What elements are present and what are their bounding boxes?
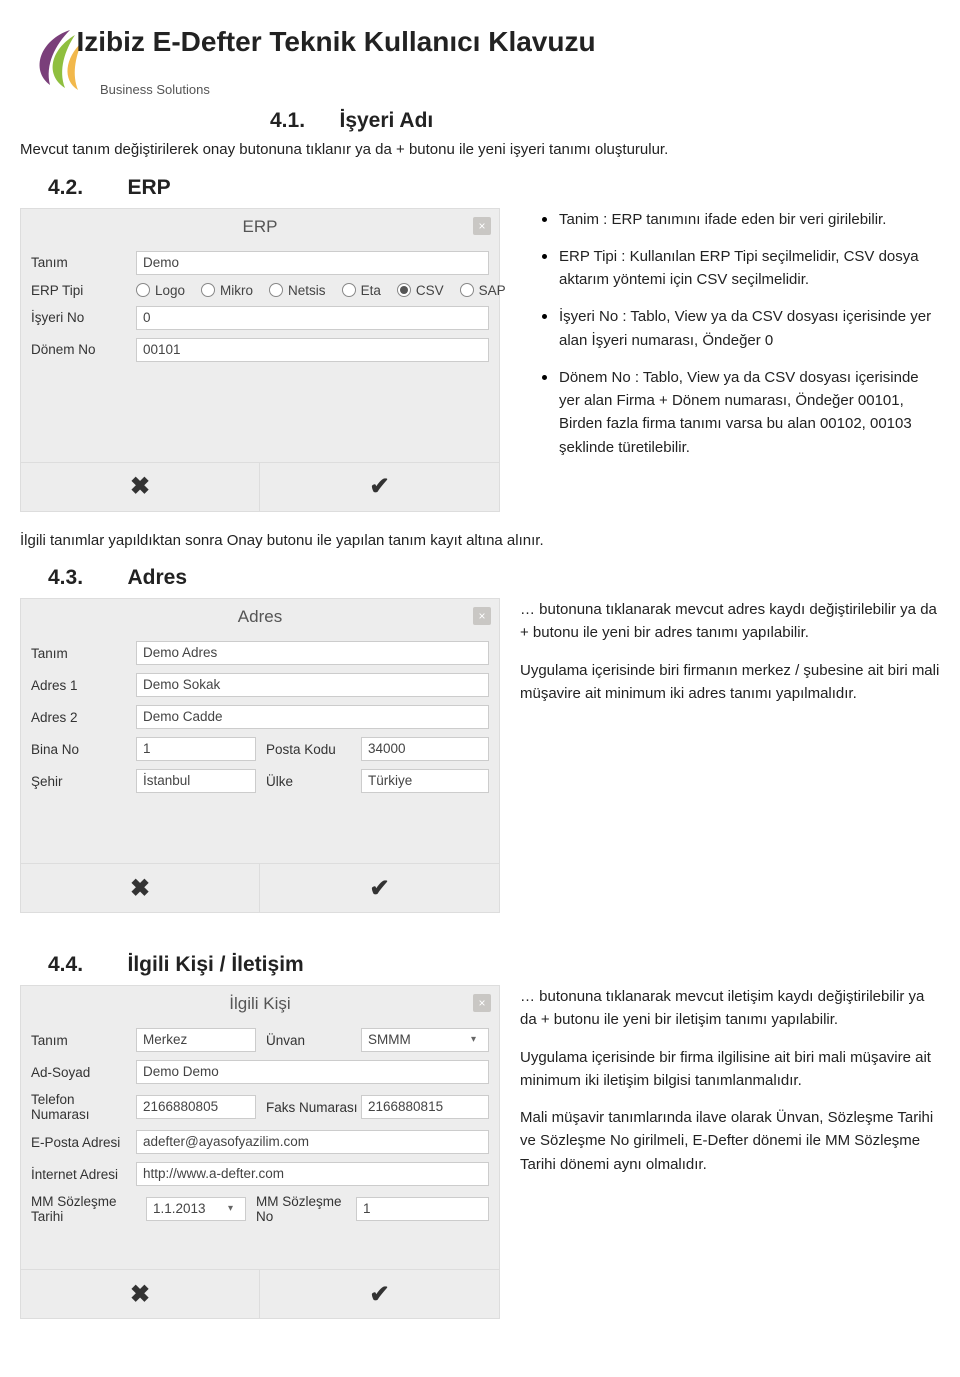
faks-label: Faks Numarası — [256, 1100, 361, 1115]
adres1-input[interactable]: Demo Sokak — [136, 673, 489, 697]
erp-note-tanim: Tanim : ERP tanımını ifade eden bir veri… — [559, 208, 886, 231]
adres2-label: Adres 2 — [31, 710, 136, 725]
eposta-input[interactable]: adefter@ayasofyazilim.com — [136, 1130, 489, 1154]
ulke-label: Ülke — [256, 774, 361, 789]
iletisim-dialog: İlgili Kişi × Tanım Merkez Ünvan SMMM ▾ … — [20, 985, 500, 1319]
cancel-button[interactable]: ✖ — [21, 1270, 260, 1318]
confirm-button[interactable]: ✔ — [260, 463, 499, 511]
erp-note-donem: Dönem No : Tablo, View ya da CSV dosyası… — [559, 366, 940, 459]
adres1-label: Adres 1 — [31, 678, 136, 693]
section-4-4-heading: 4.4. İlgili Kişi / İletişim — [20, 953, 940, 977]
cancel-button[interactable]: ✖ — [21, 463, 260, 511]
close-icon[interactable]: × — [473, 607, 491, 625]
section-number: 4.4. — [48, 953, 83, 977]
section-4-3-heading: 4.3. Adres — [20, 566, 940, 590]
internet-input[interactable]: http://www.a-defter.com — [136, 1162, 489, 1186]
internet-label: İnternet Adresi — [31, 1167, 136, 1182]
section-4-1-text: Mevcut tanım değiştirilerek onay butonun… — [20, 139, 940, 162]
sehir-label: Şehir — [31, 774, 136, 789]
posta-kodu-label: Posta Kodu — [256, 742, 361, 757]
mm-tarih-datepicker[interactable]: 1.1.2013 ▾ — [146, 1197, 246, 1221]
unvan-label: Ünvan — [256, 1033, 361, 1048]
erp-dialog: ERP × Tanım Demo ERP Tipi Logo Mikro Net… — [20, 208, 500, 512]
section-number: 4.1. — [270, 109, 305, 133]
adres-dialog: Adres × Tanım Demo Adres Adres 1 Demo So… — [20, 598, 500, 913]
mm-no-input[interactable]: 1 — [356, 1197, 489, 1221]
erp-dialog-title: ERP — [21, 209, 499, 243]
tel-input[interactable]: 2166880805 — [136, 1095, 256, 1119]
erp-tipi-label: ERP Tipi — [31, 283, 136, 298]
erp-type-mikro[interactable]: Mikro — [201, 283, 253, 298]
adres-tanim-input[interactable]: Demo Adres — [136, 641, 489, 665]
document-header: Izibiz E-Defter Teknik Kullanıcı Klavuzu… — [20, 20, 940, 97]
section-title: İşyeri Adı — [339, 109, 433, 133]
binano-label: Bina No — [31, 742, 136, 757]
tanim-label: Tanım — [31, 255, 136, 270]
erp-type-csv[interactable]: CSV — [397, 283, 444, 298]
close-icon[interactable]: × — [473, 994, 491, 1012]
adres-note-1: … butonuna tıklanarak mevcut adres kaydı… — [520, 598, 940, 645]
adres2-input[interactable]: Demo Cadde — [136, 705, 489, 729]
tel-label: Telefon Numarası — [31, 1092, 136, 1122]
erp-side-notes: Tanim : ERP tanımını ifade eden bir veri… — [520, 208, 940, 473]
chevron-down-icon: ▾ — [465, 1029, 482, 1051]
erp-tipi-radio-group: Logo Mikro Netsis Eta CSV SAP — [136, 283, 506, 298]
faks-input[interactable]: 2166880815 — [361, 1095, 489, 1119]
erp-note-isyeri: İşyeri No : Tablo, View ya da CSV dosyas… — [559, 305, 940, 352]
donem-no-input[interactable]: 00101 — [136, 338, 489, 362]
adsoyad-label: Ad-Soyad — [31, 1065, 136, 1080]
section-4-2-after-text: İlgili tanımlar yapıldıktan sonra Onay b… — [20, 530, 940, 553]
erp-type-netsis[interactable]: Netsis — [269, 283, 326, 298]
erp-type-eta[interactable]: Eta — [342, 283, 381, 298]
adres-tanim-label: Tanım — [31, 646, 136, 661]
posta-kodu-input[interactable]: 34000 — [361, 737, 489, 761]
binano-input[interactable]: 1 — [136, 737, 256, 761]
erp-note-tipi: ERP Tipi : Kullanılan ERP Tipi seçilmeli… — [559, 245, 940, 292]
adres-dialog-title: Adres — [21, 599, 499, 633]
cancel-button[interactable]: ✖ — [21, 864, 260, 912]
adres-note-2: Uygulama içerisinde biri firmanın merkez… — [520, 659, 940, 706]
section-4-2-heading: 4.2. ERP — [20, 176, 940, 200]
tanim-input[interactable]: Demo — [136, 251, 489, 275]
iletisim-dialog-title: İlgili Kişi — [21, 986, 499, 1020]
unvan-select[interactable]: SMMM ▾ — [361, 1028, 489, 1052]
close-icon[interactable]: × — [473, 217, 491, 235]
mm-tarih-label: MM Sözleşme Tarihi — [31, 1194, 146, 1224]
donem-no-label: Dönem No — [31, 342, 136, 357]
iletisim-side-notes: … butonuna tıklanarak mevcut iletişim ka… — [520, 985, 940, 1190]
iletisim-tanim-label: Tanım — [31, 1033, 136, 1048]
isyeri-no-input[interactable]: 0 — [136, 306, 489, 330]
ulke-input[interactable]: Türkiye — [361, 769, 489, 793]
erp-type-logo[interactable]: Logo — [136, 283, 185, 298]
adsoyad-input[interactable]: Demo Demo — [136, 1060, 489, 1084]
section-title: İlgili Kişi / İletişim — [127, 953, 303, 977]
iletisim-note-2: Uygulama içerisinde bir firma ilgilisine… — [520, 1046, 940, 1093]
section-number: 4.3. — [48, 566, 83, 590]
section-4-1-heading: 4.1. İşyeri Adı — [20, 109, 940, 133]
iletisim-tanim-input[interactable]: Merkez — [136, 1028, 256, 1052]
sehir-input[interactable]: İstanbul — [136, 769, 256, 793]
isyeri-no-label: İşyeri No — [31, 310, 136, 325]
eposta-label: E-Posta Adresi — [31, 1135, 136, 1150]
logo-subtitle: Business Solutions — [100, 82, 940, 97]
section-title: Adres — [127, 566, 187, 590]
chevron-down-icon: ▾ — [222, 1198, 239, 1220]
iletisim-note-1: … butonuna tıklanarak mevcut iletişim ka… — [520, 985, 940, 1032]
document-title: Izibiz E-Defter Teknik Kullanıcı Klavuzu — [76, 26, 595, 58]
section-number: 4.2. — [48, 176, 83, 200]
iletisim-note-3: Mali müşavir tanımlarında ilave olarak Ü… — [520, 1106, 940, 1176]
adres-side-notes: … butonuna tıklanarak mevcut adres kaydı… — [520, 598, 940, 719]
mm-no-label: MM Sözleşme No — [246, 1194, 356, 1224]
confirm-button[interactable]: ✔ — [260, 864, 499, 912]
section-title: ERP — [127, 176, 170, 200]
erp-type-sap[interactable]: SAP — [460, 283, 506, 298]
confirm-button[interactable]: ✔ — [260, 1270, 499, 1318]
